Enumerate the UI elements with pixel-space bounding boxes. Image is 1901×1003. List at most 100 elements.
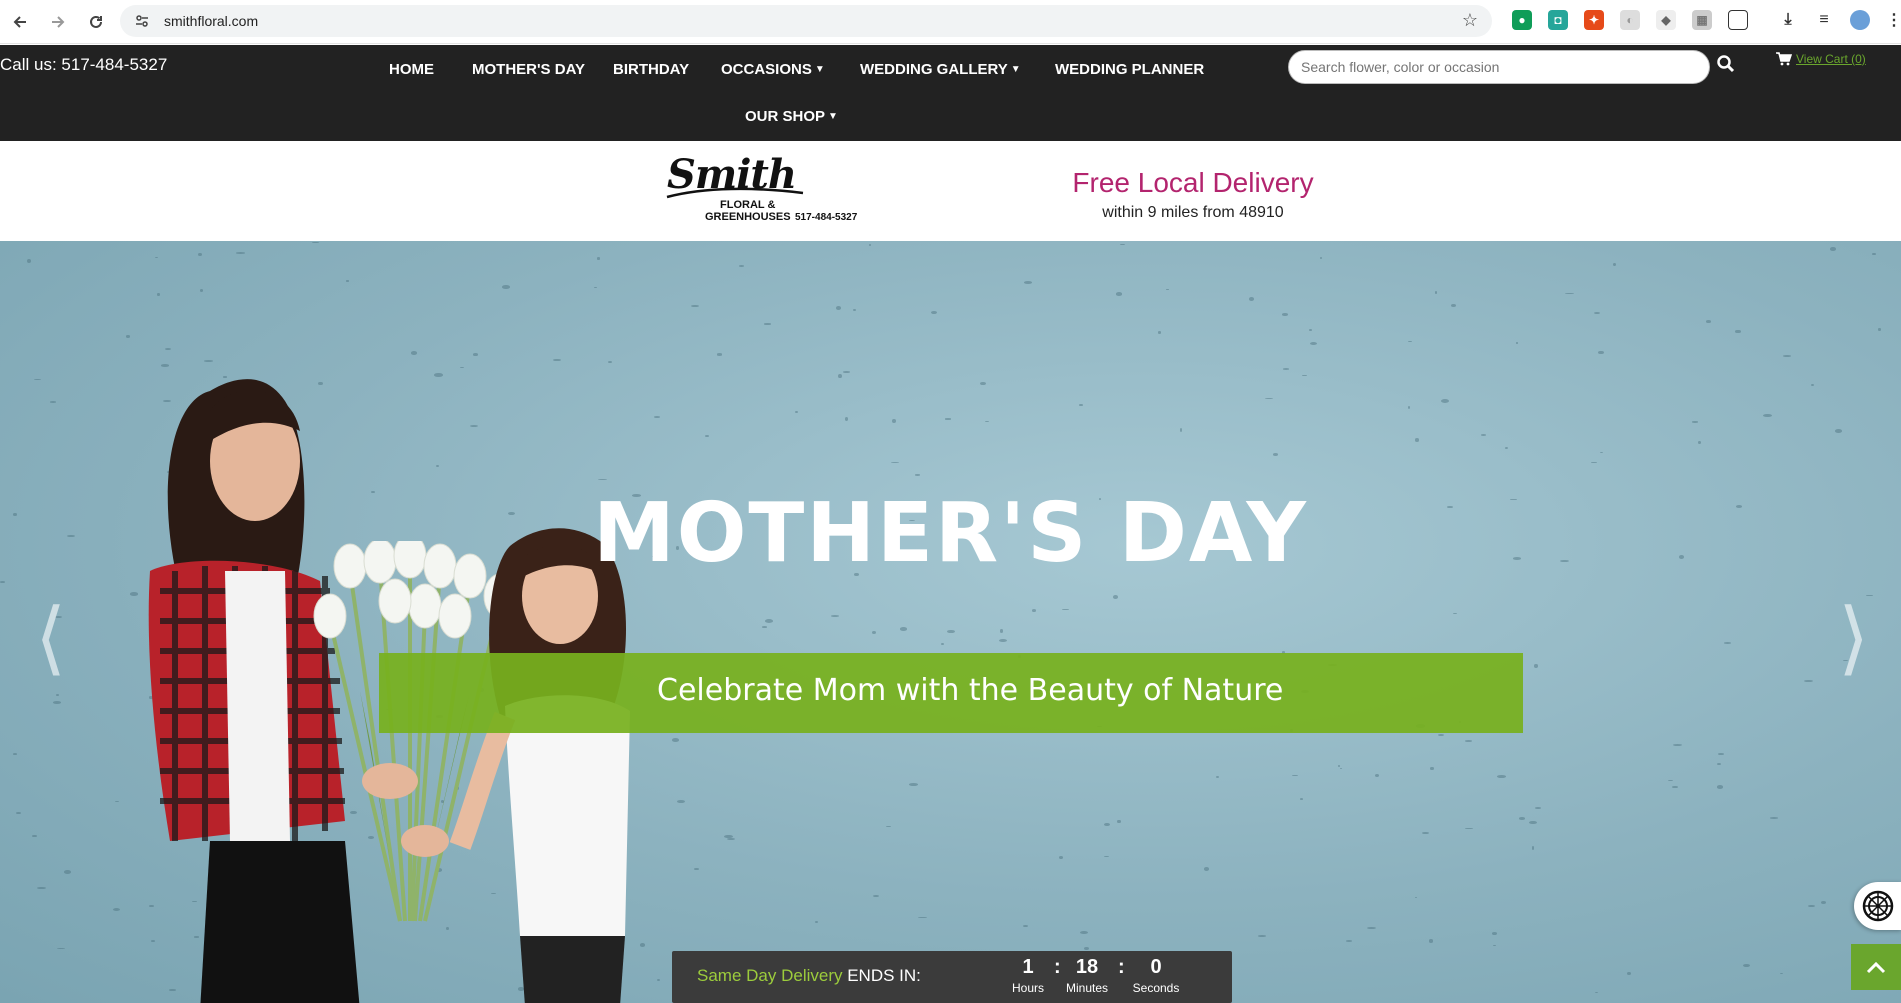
forward-button[interactable]: [40, 4, 76, 40]
download-icon[interactable]: ⤓: [1778, 10, 1798, 30]
delivery-subtitle: within 9 miles from 48910: [1102, 204, 1284, 221]
view-cart-link[interactable]: View Cart (0): [1776, 52, 1866, 66]
extension-icon[interactable]: ◘: [1548, 10, 1568, 30]
slider-prev-button[interactable]: ⟨: [35, 591, 66, 684]
hero-tagline-band: Celebrate Mom with the Beauty of Nature: [379, 653, 1523, 733]
menu-kebab-icon[interactable]: ⋮: [1884, 10, 1901, 30]
wall-speck: [1258, 934, 1266, 937]
wall-speck: [1807, 904, 1816, 907]
address-bar[interactable]: smithfloral.com ☆: [120, 5, 1492, 37]
delivery-title: Free Local Delivery: [1072, 167, 1314, 198]
wall-speck: [596, 257, 601, 260]
profile-avatar[interactable]: [1850, 10, 1870, 30]
nav-occasions[interactable]: OCCASIONS ▼: [721, 61, 825, 78]
wall-speck: [1282, 312, 1288, 316]
accessibility-widget-button[interactable]: [1854, 882, 1901, 930]
wall-speck: [1422, 831, 1429, 834]
countdown-hours-label: Hours: [1011, 981, 1044, 995]
wall-speck: [1834, 429, 1842, 433]
wall-speck: [200, 288, 204, 292]
wall-speck: [50, 401, 57, 403]
wall-speck: [1612, 262, 1616, 267]
wall-speck: [1345, 940, 1352, 942]
wall-speck: [1716, 762, 1721, 765]
wall-speck: [844, 416, 848, 421]
site-logo[interactable]: Smith FLORAL & GREENHOUSES 517-484-5327: [665, 151, 865, 227]
site-top-nav: Call us: 517-484-5327 HOME MOTHER'S DAY …: [0, 45, 1901, 141]
logo-line1: FLORAL &: [720, 199, 776, 211]
scroll-to-top-button[interactable]: [1851, 944, 1901, 990]
wall-speck: [37, 886, 47, 889]
wall-speck: [843, 371, 850, 373]
wall-speck: [944, 418, 952, 420]
wall-speck: [1534, 664, 1539, 668]
nav-mothers-day[interactable]: MOTHER'S DAY: [472, 61, 585, 78]
url-text: smithfloral.com: [164, 13, 259, 29]
arrow-right-icon: [52, 15, 65, 28]
wall-speck: [1308, 328, 1312, 331]
reload-icon: [90, 15, 102, 28]
reload-button[interactable]: [78, 4, 114, 40]
star-icon[interactable]: ☆: [1462, 10, 1478, 31]
nav-wedding-planner[interactable]: WEDDING PLANNER: [1055, 61, 1204, 78]
wall-speck: [653, 415, 660, 418]
wall-speck: [1504, 446, 1508, 449]
site-header: Smith FLORAL & GREENHOUSES 517-484-5327 …: [0, 141, 1901, 241]
wall-speck: [915, 474, 921, 476]
wall-speck: [1440, 398, 1449, 403]
extension-icon[interactable]: ▦: [1692, 10, 1712, 30]
wall-speck: [1491, 931, 1498, 935]
countdown-seconds: 0: [1150, 956, 1162, 978]
wall-speck: [1079, 403, 1083, 407]
extension-icon[interactable]: ◆: [1656, 10, 1676, 30]
search-input[interactable]: [1288, 50, 1710, 84]
wall-speck: [1366, 926, 1376, 929]
countdown-seconds-label: Seconds: [1132, 981, 1180, 995]
wall-speck: [1265, 397, 1274, 399]
extension-icon[interactable]: ◐: [1620, 10, 1640, 30]
wall-speck: [947, 629, 955, 633]
nav-our-shop[interactable]: OUR SHOP ▼: [745, 108, 838, 125]
wall-speck: [1157, 330, 1162, 334]
wall-speck: [197, 253, 202, 257]
extension-icon[interactable]: ●: [1512, 10, 1532, 30]
wall-speck: [1528, 820, 1537, 825]
nav-wedding-gallery[interactable]: WEDDING GALLERY ▼: [860, 61, 1021, 78]
wall-speck: [1465, 740, 1472, 742]
logo-phone: 517-484-5327: [795, 212, 858, 223]
countdown-label-rest: ENDS IN:: [842, 966, 921, 985]
wall-speck: [739, 265, 744, 267]
wall-speck: [1408, 340, 1412, 343]
nav-birthday[interactable]: BIRTHDAY: [613, 61, 689, 78]
hero-tagline: Celebrate Mom with the Beauty of Nature: [657, 673, 1284, 708]
wall-speck: [1430, 766, 1434, 770]
chevron-up-icon: [1866, 961, 1886, 974]
wall-speck: [1770, 817, 1779, 819]
back-button[interactable]: [2, 4, 38, 40]
nav-home[interactable]: HOME: [389, 61, 434, 78]
puzzle-icon[interactable]: [1728, 10, 1748, 30]
wall-speck: [1248, 297, 1254, 301]
media-icon[interactable]: ≡: [1814, 10, 1834, 30]
wall-speck: [1023, 280, 1032, 284]
wall-speck: [1820, 901, 1826, 905]
wall-speck: [1282, 368, 1290, 370]
wall-speck: [1319, 257, 1322, 260]
wall-speck: [501, 284, 511, 289]
search-icon[interactable]: [1716, 54, 1736, 74]
wall-speck: [1117, 819, 1121, 824]
wall-speck: [598, 478, 608, 480]
wall-speck: [1565, 292, 1574, 295]
wall-speck: [1299, 797, 1304, 800]
nav-our-shop-label: OUR SHOP: [745, 108, 826, 125]
wall-speck: [34, 378, 41, 380]
arrow-left-icon: [13, 15, 26, 28]
chevron-down-icon: ▼: [1010, 64, 1021, 75]
extension-icon[interactable]: ✦: [1584, 10, 1604, 30]
site-info-icon[interactable]: [132, 11, 152, 31]
wall-speck: [1179, 428, 1182, 433]
wall-speck: [872, 894, 879, 897]
wall-speck: [761, 626, 768, 628]
slider-next-button[interactable]: ⟩: [1838, 591, 1869, 684]
countdown-minutes-label: Minutes: [1065, 981, 1109, 995]
